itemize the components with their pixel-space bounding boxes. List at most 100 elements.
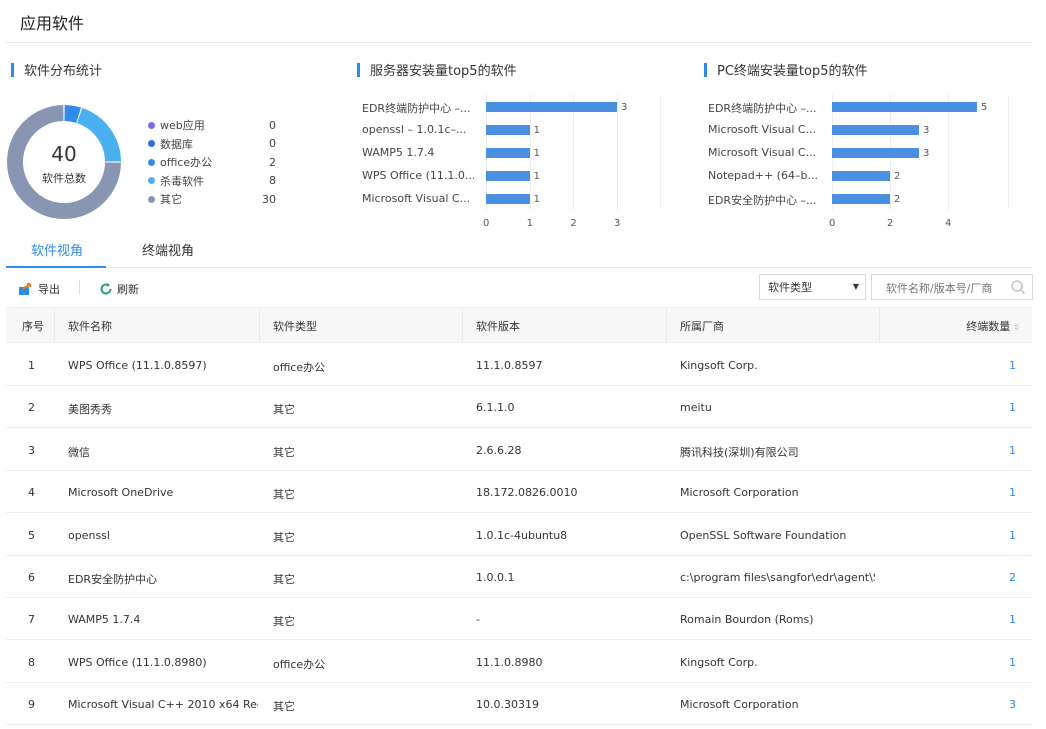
legend-label: web应用 bbox=[160, 119, 205, 133]
cell-index: 9 bbox=[28, 698, 35, 712]
chart-separator bbox=[1008, 96, 1009, 208]
cell-software-version: 1.0.1c-4ubuntu8 bbox=[476, 528, 568, 542]
software-type-select[interactable]: 软件类型 ▼ bbox=[759, 274, 866, 300]
legend-label: 杀毒软件 bbox=[160, 174, 204, 188]
bar[interactable] bbox=[832, 125, 919, 135]
legend-dot bbox=[148, 121, 155, 129]
grid-line bbox=[617, 94, 618, 210]
table-row[interactable]: 2 美图秀秀 其它 6.1.1.0 meitu 1 bbox=[6, 386, 1032, 429]
x-tick-label: 2 bbox=[887, 218, 894, 229]
column-separator bbox=[462, 308, 463, 342]
bar[interactable] bbox=[486, 194, 530, 204]
col-header-terminal-count[interactable]: 终端数量 ⇕ bbox=[966, 318, 1020, 334]
legend-value: 2 bbox=[269, 155, 276, 169]
legend-dot bbox=[148, 195, 155, 203]
bar[interactable] bbox=[832, 148, 919, 158]
cell-software-type: 其它 bbox=[273, 700, 295, 714]
bar-value-label: 1 bbox=[533, 148, 541, 159]
tab-terminal-view[interactable]: 终端视角 bbox=[142, 240, 194, 259]
cell-software-name: WPS Office (11.1.0.8980) bbox=[68, 655, 207, 669]
table-row[interactable]: 5 openssl 其它 1.0.1c-4ubuntu8 OpenSSL Softwar… bbox=[6, 514, 1032, 556]
donut-slice-2[interactable] bbox=[64, 105, 81, 123]
legend-dot bbox=[148, 177, 155, 185]
bar[interactable] bbox=[486, 148, 530, 158]
column-separator bbox=[54, 308, 55, 342]
x-tick-label: 3 bbox=[614, 218, 621, 229]
table-row[interactable]: 1 WPS Office (11.1.0.8597) office办公 11.1.0.… bbox=[6, 344, 1032, 386]
bar[interactable] bbox=[486, 125, 530, 135]
table-row[interactable]: 3 微信 其它 2.6.6.28 腾讯科技(深圳)有限公司 1 bbox=[6, 429, 1032, 471]
cell-software-version: 2.6.6.28 bbox=[476, 443, 522, 457]
caret-down-icon: ▼ bbox=[852, 282, 859, 291]
table-row[interactable]: 4 Microsoft OneDrive 其它 18.172.0826.0010 Mic… bbox=[6, 471, 1032, 514]
cell-vendor: OpenSSL Software Foundation bbox=[680, 528, 847, 542]
bar-value-label: 1 bbox=[533, 194, 541, 205]
cell-terminal-count-link[interactable]: 1 bbox=[1009, 656, 1016, 669]
bar-value-label: 3 bbox=[621, 102, 628, 113]
legend-item[interactable]: office办公 2 bbox=[148, 153, 276, 172]
terminal-count-header-text: 终端数量 bbox=[966, 320, 1011, 333]
table-row[interactable]: 9 Microsoft Visual C++ 2010 x64 Redi... 其它… bbox=[6, 683, 1032, 726]
cell-terminal-count-link[interactable]: 2 bbox=[1009, 571, 1016, 584]
table-row[interactable]: 6 EDR安全防护中心 其它 1.0.0.1 c:\program files\sang… bbox=[6, 556, 1032, 598]
cell-software-version: 11.1.0.8597 bbox=[476, 359, 543, 372]
cell-software-name: WAMP5 1.7.4 bbox=[68, 613, 141, 627]
cell-software-type: 其它 bbox=[273, 488, 295, 502]
col-header-name: 软件名称 bbox=[68, 320, 112, 333]
legend-item[interactable]: 杀毒软件 8 bbox=[148, 172, 276, 191]
legend-item[interactable]: 其它 30 bbox=[148, 190, 276, 209]
cell-index: 8 bbox=[28, 655, 35, 669]
legend-dot bbox=[148, 158, 155, 166]
pc-top5-title-text: PC终端安装量top5的软件 bbox=[717, 64, 868, 79]
cell-terminal-count-link[interactable]: 1 bbox=[1009, 359, 1016, 372]
table-row[interactable]: 7 WAMP5 1.7.4 其它 - Romain Bourdon (Roms) 1 bbox=[6, 598, 1032, 641]
bar-value-label: 5 bbox=[981, 102, 988, 113]
section-marker bbox=[357, 62, 360, 77]
table-row[interactable]: 8 WPS Office (11.1.0.8980) office办公 11.1.0.… bbox=[6, 641, 1032, 683]
cell-vendor: c:\program files\sangfor\edr\agent\S... bbox=[680, 571, 875, 584]
bar-category-label: EDR终端防护中心 –... bbox=[362, 102, 471, 115]
cell-software-name: EDR安全防护中心 bbox=[68, 573, 158, 586]
cell-terminal-count-link[interactable]: 1 bbox=[1009, 444, 1016, 457]
export-button[interactable]: 导出 bbox=[18, 281, 60, 297]
cell-terminal-count-link[interactable]: 1 bbox=[1009, 529, 1016, 542]
title-divider bbox=[6, 42, 1032, 43]
server-top5-section-title: 服务器安装量top5的软件 bbox=[357, 60, 517, 79]
bar-value-label: 1 bbox=[533, 125, 541, 136]
cell-terminal-count-link[interactable]: 1 bbox=[1009, 401, 1016, 414]
distribution-title-text: 软件分布统计 bbox=[24, 64, 103, 79]
section-marker bbox=[704, 62, 707, 77]
cell-software-version: - bbox=[476, 613, 480, 627]
search-input[interactable] bbox=[884, 276, 1008, 300]
cell-terminal-count-link[interactable]: 3 bbox=[1009, 698, 1016, 711]
server-top5-title-text: 服务器安装量top5的软件 bbox=[370, 64, 517, 79]
donut-legend: web应用 0 数据库 0 office办公 2 杀毒软件 8 其它 30 bbox=[148, 116, 276, 209]
cell-terminal-count-link[interactable]: 1 bbox=[1009, 613, 1016, 626]
col-header-type: 软件类型 bbox=[273, 320, 317, 333]
tab-software-view[interactable]: 软件视角 bbox=[31, 240, 83, 259]
bar[interactable] bbox=[832, 194, 890, 204]
cell-terminal-count-link[interactable]: 1 bbox=[1009, 486, 1016, 499]
search-icon[interactable] bbox=[1010, 279, 1026, 295]
legend-item[interactable]: web应用 0 bbox=[148, 116, 276, 135]
cell-software-type: 其它 bbox=[273, 530, 295, 544]
bar[interactable] bbox=[486, 171, 530, 181]
legend-value: 0 bbox=[269, 118, 276, 132]
bar-category-label: Microsoft Visual C... bbox=[362, 192, 471, 205]
distribution-section-title: 软件分布统计 bbox=[11, 60, 102, 79]
bar-value-label: 3 bbox=[923, 125, 930, 136]
refresh-button[interactable]: 刷新 bbox=[99, 281, 139, 297]
legend-value: 8 bbox=[269, 174, 276, 188]
cell-software-version: 11.1.0.8980 bbox=[476, 655, 543, 669]
column-separator bbox=[879, 308, 880, 342]
pc-top5-section-title: PC终端安装量top5的软件 bbox=[704, 60, 868, 79]
bar[interactable] bbox=[486, 102, 617, 112]
bar[interactable] bbox=[832, 171, 890, 181]
bar[interactable] bbox=[832, 102, 977, 112]
page-title: 应用软件 bbox=[20, 14, 85, 33]
legend-item[interactable]: 数据库 0 bbox=[148, 135, 276, 154]
x-tick-label: 1 bbox=[526, 218, 534, 229]
x-tick-label: 0 bbox=[483, 218, 490, 229]
bar-category-label: Microsoft Visual C... bbox=[708, 123, 817, 136]
cell-index: 4 bbox=[28, 486, 35, 500]
